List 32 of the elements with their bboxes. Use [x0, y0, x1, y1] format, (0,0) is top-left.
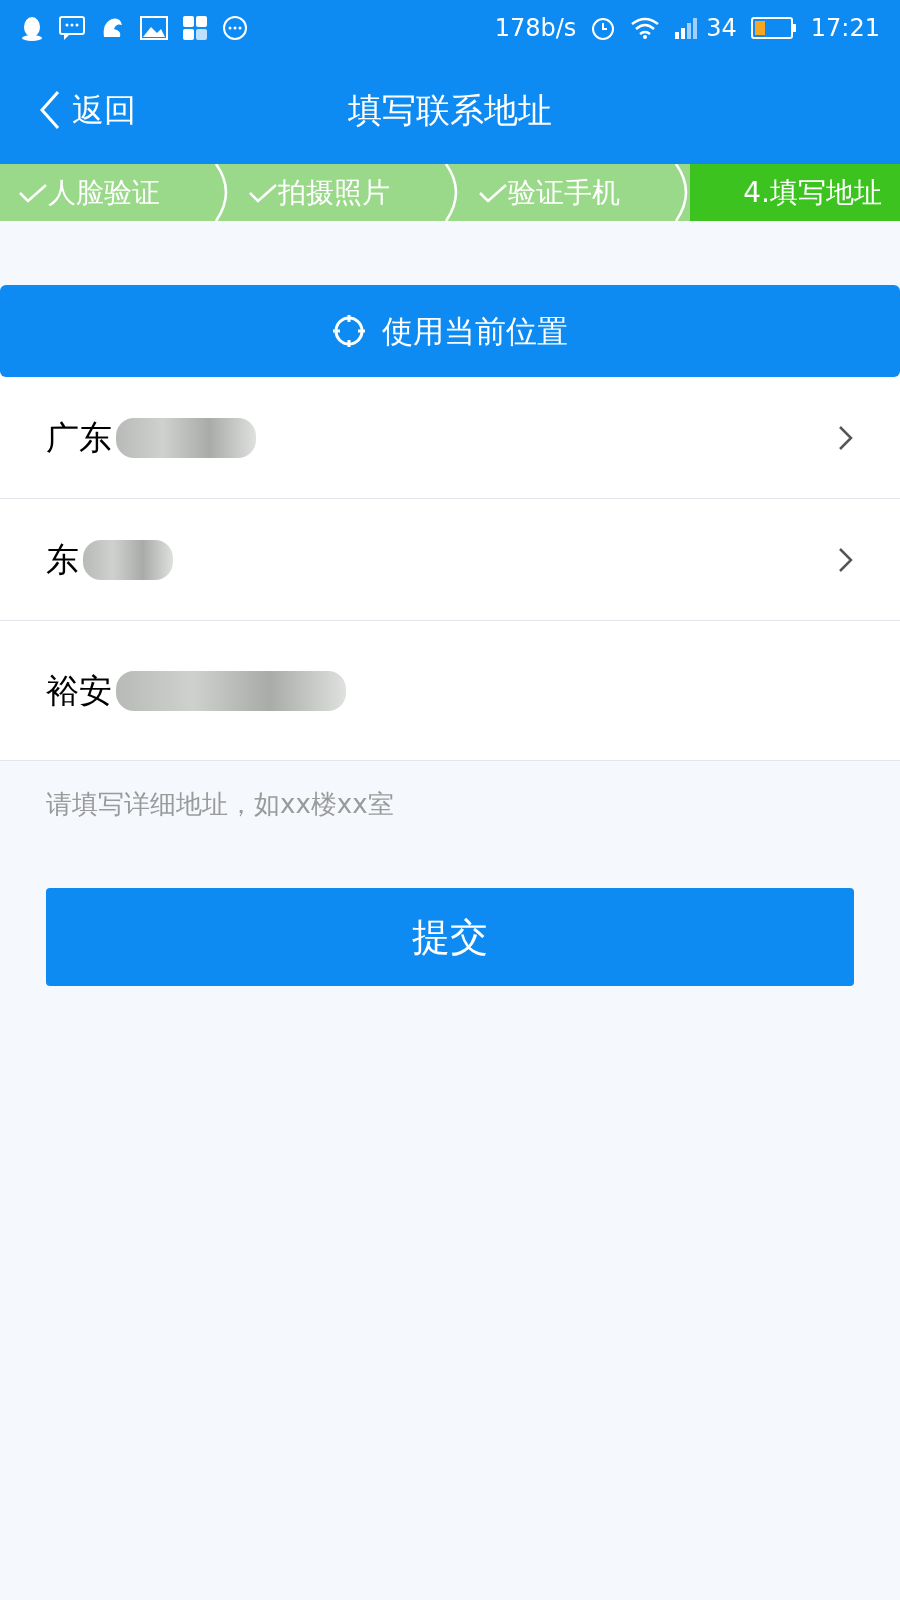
battery-icon: [750, 16, 797, 40]
locate-icon: [332, 314, 366, 348]
back-button[interactable]: 返回: [0, 86, 136, 134]
step-label: 4.填写地址: [743, 174, 882, 211]
wifi-icon: [630, 16, 661, 40]
image-icon: [140, 16, 168, 40]
check-icon: [248, 182, 278, 203]
alarm-icon: [590, 15, 617, 41]
submit-button[interactable]: 提交: [46, 888, 854, 986]
address-row[interactable]: 东: [0, 499, 900, 621]
address-row[interactable]: 广东: [0, 377, 900, 499]
detail-address-field[interactable]: 请填写详细地址，如xx楼xx室: [0, 761, 900, 848]
check-icon: [18, 182, 48, 203]
network-speed: 178b/s: [494, 13, 577, 44]
step-label: 人脸验证: [48, 174, 160, 211]
page-title: 填写联系地址: [348, 88, 552, 132]
address-value: 裕安: [46, 669, 112, 712]
more-icon: [222, 15, 248, 41]
check-icon: [478, 182, 508, 203]
clock-time: 17:21: [810, 13, 880, 44]
address-value: 广东: [46, 416, 112, 459]
address-value: 东: [46, 538, 79, 581]
chevron-right-icon: [838, 424, 854, 451]
step-label: 拍摄照片: [278, 174, 390, 211]
back-icon: [38, 90, 62, 130]
address-row[interactable]: 裕安: [0, 621, 900, 761]
message-icon: [58, 15, 86, 41]
chevron-right-icon: [838, 546, 854, 573]
signal-strength: 34: [706, 13, 737, 44]
apps-grid-icon: [182, 15, 208, 41]
step-label: 验证手机: [508, 174, 620, 211]
use-current-location-button[interactable]: 使用当前位置: [0, 285, 900, 377]
